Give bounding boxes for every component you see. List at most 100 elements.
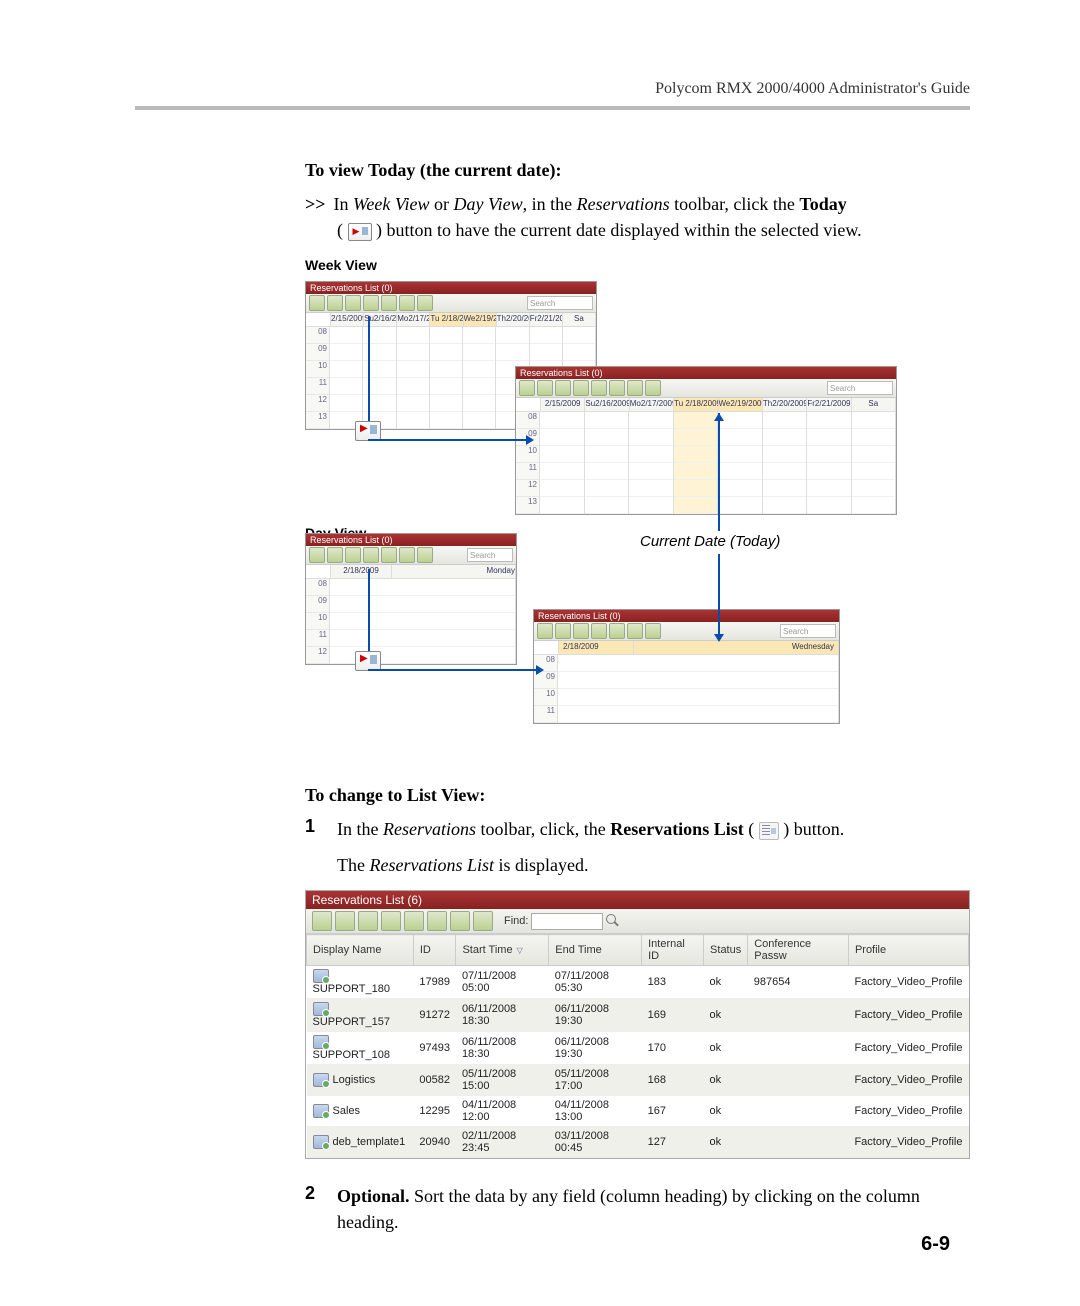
search-input[interactable]: Search <box>827 381 893 395</box>
window-title: Reservations List (0) <box>306 534 516 546</box>
col-conference-passw[interactable]: Conference Passw <box>748 935 849 966</box>
toolbar-icon[interactable] <box>312 911 332 931</box>
table-row[interactable]: deb_template12094002/11/2008 23:4503/11/… <box>307 1127 969 1158</box>
col-display-name[interactable]: Display Name <box>307 935 414 966</box>
toolbar-icon[interactable] <box>627 380 643 396</box>
reservation-icon <box>313 969 329 983</box>
today-icon <box>348 223 372 241</box>
toolbar-icon[interactable] <box>519 380 535 396</box>
window-toolbar: Search <box>516 379 896 398</box>
window-toolbar: Search <box>306 294 596 313</box>
find-input[interactable] <box>531 913 603 930</box>
toolbar-icon[interactable] <box>363 547 379 563</box>
toolbar-icon[interactable] <box>417 295 433 311</box>
step-number: 1 <box>305 816 337 878</box>
search-input[interactable]: Search <box>467 548 513 562</box>
window-toolbar: Search <box>534 622 839 641</box>
search-input[interactable]: Search <box>780 624 836 638</box>
toolbar-icon[interactable] <box>381 911 401 931</box>
bullet-marker: >> <box>305 194 326 214</box>
find-label: Find: <box>504 915 528 927</box>
toolbar-icon[interactable] <box>399 547 415 563</box>
reservation-icon <box>313 1035 329 1049</box>
reservations-list-icon <box>759 822 779 840</box>
toolbar-icon[interactable] <box>609 623 625 639</box>
today-marker-icon <box>355 421 381 441</box>
toolbar-icon[interactable] <box>335 911 355 931</box>
toolbar-icon[interactable] <box>573 623 589 639</box>
window-toolbar: Find: <box>306 909 969 934</box>
search-icon[interactable] <box>606 914 620 928</box>
section-heading-view-today: To view Today (the current date): <box>305 160 970 181</box>
step-number: 2 <box>305 1183 337 1235</box>
toolbar-icon[interactable] <box>591 380 607 396</box>
calendar-header: 2/18/2009 Monday <box>306 565 516 579</box>
toolbar-icon[interactable] <box>573 380 589 396</box>
reservations-table: Display Name ID Start Time▽ End Time Int… <box>306 934 969 1158</box>
today-marker-icon <box>355 651 381 671</box>
header-rule <box>135 106 970 110</box>
step-2: 2 Optional. Sort the data by any field (… <box>305 1183 970 1235</box>
window-title: Reservations List (0) <box>534 610 839 622</box>
col-id[interactable]: ID <box>413 935 456 966</box>
reservations-list-screenshot: Reservations List (6) Find: Display Name <box>305 890 970 1159</box>
table-row[interactable]: Logistics0058205/11/2008 15:0005/11/2008… <box>307 1065 969 1096</box>
calendar-header: 2/15/2009 Su2/16/2009 Mo2/17/2009 Tu 2/1… <box>306 313 596 327</box>
window-title: Reservations List (0) <box>306 282 596 294</box>
callout-current-date: Current Date (Today) <box>640 533 780 550</box>
toolbar-icon[interactable] <box>609 380 625 396</box>
toolbar-icon[interactable] <box>363 295 379 311</box>
page-header: Polycom RMX 2000/4000 Administrator's Gu… <box>135 80 970 98</box>
window-title: Reservations List (6) <box>306 891 969 909</box>
toolbar-icon[interactable] <box>555 623 571 639</box>
toolbar-icon[interactable] <box>450 911 470 931</box>
reservation-icon <box>313 1135 329 1149</box>
toolbar-icon[interactable] <box>591 623 607 639</box>
toolbar-icon[interactable] <box>309 295 325 311</box>
reservation-icon <box>313 1104 329 1118</box>
window-title: Reservations List (0) <box>516 367 896 379</box>
step-1: 1 In the Reservations toolbar, click, th… <box>305 816 970 878</box>
table-row[interactable]: Sales1229504/11/2008 12:0004/11/2008 13:… <box>307 1096 969 1127</box>
week-view-window-2: Reservations List (0) Search 2/15/2009 S… <box>515 366 897 515</box>
toolbar-icon[interactable] <box>555 380 571 396</box>
toolbar-icon[interactable] <box>327 547 343 563</box>
toolbar-icon[interactable] <box>537 380 553 396</box>
section-heading-list-view: To change to List View: <box>305 785 970 806</box>
search-input[interactable]: Search <box>527 296 593 310</box>
col-status[interactable]: Status <box>704 935 748 966</box>
toolbar-icon[interactable] <box>381 295 397 311</box>
table-row[interactable]: SUPPORT_1579127206/11/2008 18:3006/11/20… <box>307 999 969 1032</box>
toolbar-icon[interactable] <box>309 547 325 563</box>
toolbar-icon[interactable] <box>427 911 447 931</box>
label-week-view: Week View <box>305 257 970 273</box>
toolbar-icon[interactable] <box>327 295 343 311</box>
reservation-icon <box>313 1002 329 1016</box>
page-number: 6-9 <box>921 1233 950 1256</box>
col-internal-id[interactable]: Internal ID <box>642 935 704 966</box>
toolbar-icon[interactable] <box>645 380 661 396</box>
col-start-time[interactable]: Start Time▽ <box>456 935 549 966</box>
toolbar-icon[interactable] <box>404 911 424 931</box>
calendar-header: 2/18/2009 Wednesday <box>534 641 839 655</box>
toolbar-icon[interactable] <box>345 295 361 311</box>
table-row[interactable]: SUPPORT_1801798907/11/2008 05:0007/11/20… <box>307 966 969 999</box>
toolbar-icon[interactable] <box>537 623 553 639</box>
calendar-screenshots: Reservations List (0) Search 2/15/2009 S… <box>305 281 970 761</box>
toolbar-icon[interactable] <box>627 623 643 639</box>
col-profile[interactable]: Profile <box>848 935 968 966</box>
toolbar-icon[interactable] <box>381 547 397 563</box>
instruction-line: >>In Week View or Day View, in the Reser… <box>305 191 970 243</box>
toolbar-icon[interactable] <box>358 911 378 931</box>
toolbar-icon[interactable] <box>417 547 433 563</box>
table-row[interactable]: SUPPORT_1089749306/11/2008 18:3006/11/20… <box>307 1032 969 1065</box>
day-view-window-1: Reservations List (0) Search 2/18/2009 M… <box>305 533 517 665</box>
window-toolbar: Search <box>306 546 516 565</box>
toolbar-icon[interactable] <box>399 295 415 311</box>
toolbar-icon[interactable] <box>345 547 361 563</box>
toolbar-icon[interactable] <box>645 623 661 639</box>
day-view-window-2: Reservations List (0) Search 2/18/2009 W… <box>533 609 840 724</box>
toolbar-icon[interactable] <box>473 911 493 931</box>
col-end-time[interactable]: End Time <box>549 935 642 966</box>
calendar-header: 2/15/2009 Su2/16/2009 Mo2/17/2009 Tu 2/1… <box>516 398 896 412</box>
